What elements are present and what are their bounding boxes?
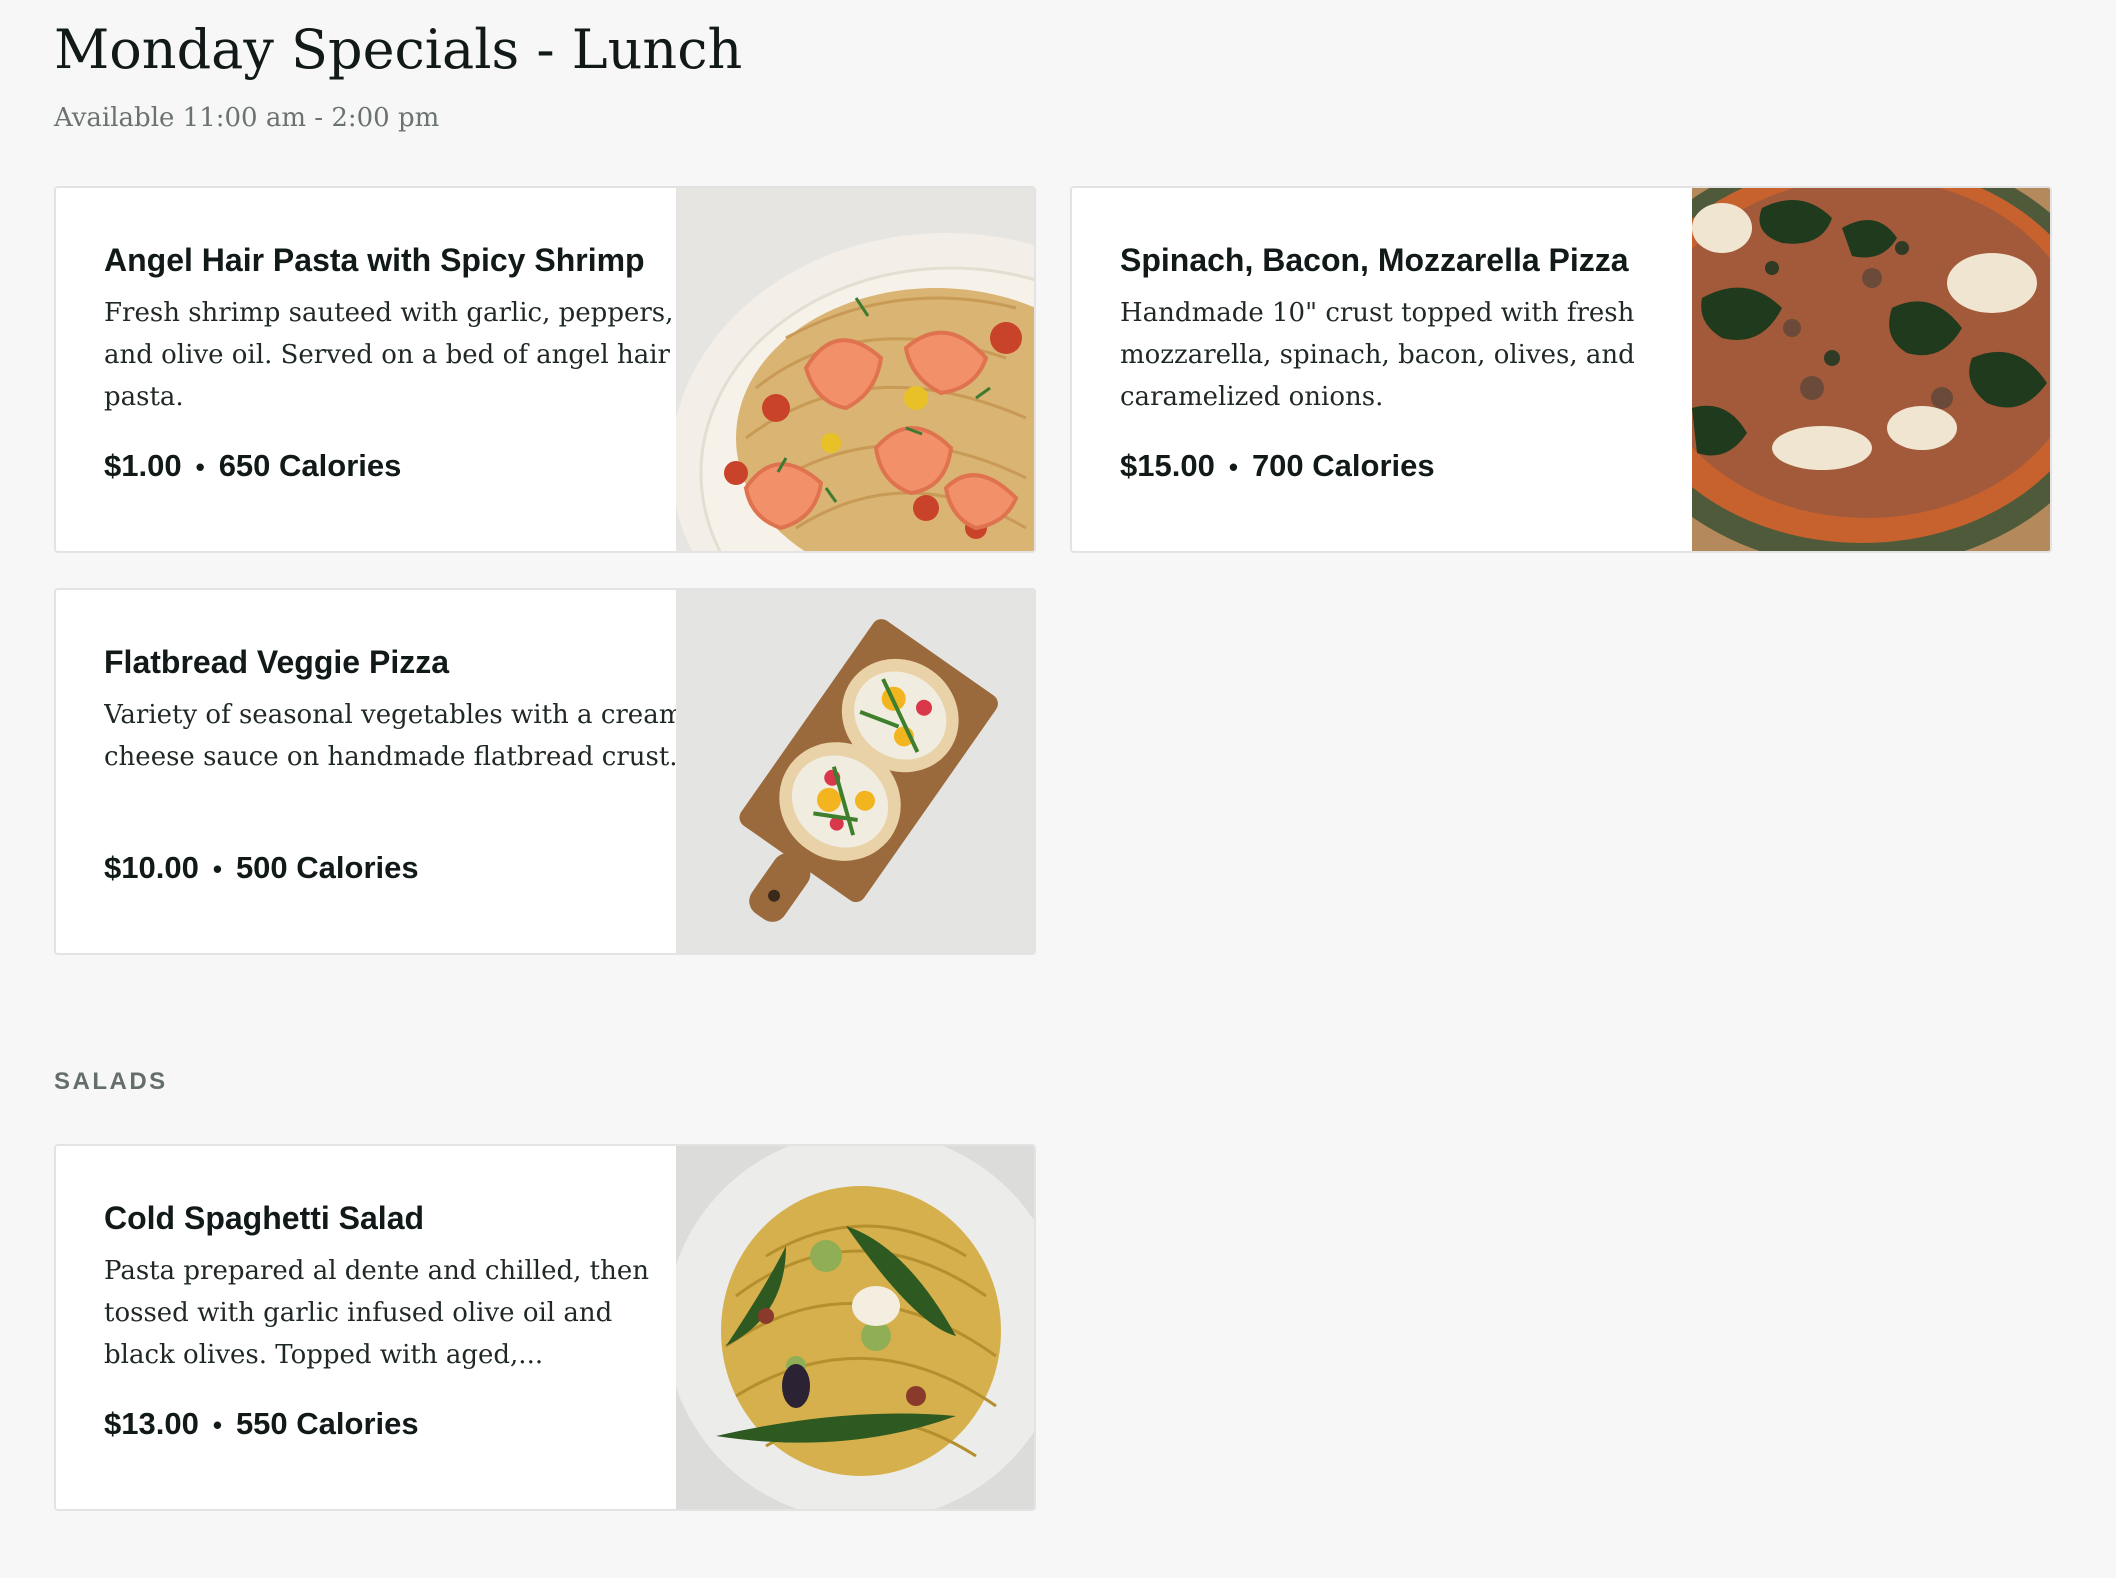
menu-item-description: Handmade 10" crust topped with fresh moz… [1120,298,1635,412]
menu-item-meta: $13.00 • 550 Calories [104,1404,684,1445]
flatbread-photo [676,590,1034,953]
menu-item-description: Fresh shrimp sauteed with garlic, pepper… [104,298,674,412]
menu-page: Monday Specials - Lunch Available 11:00 … [0,0,2116,1578]
menu-item-card[interactable]: Cold Spaghetti Salad Pasta prepared al d… [54,1144,1036,1511]
menu-item-text: Flatbread Veggie Pizza Variety of season… [104,640,684,889]
menu-item-card[interactable]: Angel Hair Pasta with Spicy Shrimp Fresh… [54,186,1036,553]
menu-item-text: Cold Spaghetti Salad Pasta prepared al d… [104,1196,684,1445]
section-label-salads: SALADS [54,1068,168,1095]
separator-dot: • [212,854,222,884]
menu-item-text: Angel Hair Pasta with Spicy Shrimp Fresh… [104,238,684,487]
menu-item-calories: 700 Calories [1251,448,1435,483]
menu-item-calories: 650 Calories [218,448,402,483]
page-title: Monday Specials - Lunch [54,18,743,81]
menu-item-meta: $1.00 • 650 Calories [104,446,684,487]
availability-text: Available 11:00 am - 2:00 pm [54,103,440,133]
menu-item-name: Angel Hair Pasta with Spicy Shrimp [104,242,645,278]
menu-item-description: Variety of seasonal vegetables with a cr… [104,700,684,772]
menu-item-name: Cold Spaghetti Salad [104,1200,425,1236]
menu-item-name: Flatbread Veggie Pizza [104,644,449,680]
separator-dot: • [212,1410,222,1440]
menu-item-description: Pasta prepared al dente and chilled, the… [104,1256,649,1370]
menu-item-calories: 550 Calories [235,1406,419,1441]
menu-item-price: $10.00 [104,850,199,885]
menu-item-price: $13.00 [104,1406,199,1441]
menu-item-price: $15.00 [1120,448,1215,483]
shrimp-pasta-photo [676,188,1034,551]
separator-dot: • [195,452,205,482]
spaghetti-salad-photo [676,1146,1034,1509]
spinach-pizza-photo [1692,188,2050,551]
menu-item-card[interactable]: Spinach, Bacon, Mozzarella Pizza Handmad… [1070,186,2052,553]
menu-item-meta: $15.00 • 700 Calories [1120,446,1700,487]
menu-item-meta: $10.00 • 500 Calories [104,848,684,889]
separator-dot: • [1228,452,1238,482]
menu-item-calories: 500 Calories [235,850,419,885]
menu-item-text: Spinach, Bacon, Mozzarella Pizza Handmad… [1120,238,1700,487]
menu-item-name: Spinach, Bacon, Mozzarella Pizza [1120,242,1629,278]
menu-item-price: $1.00 [104,448,182,483]
menu-item-card[interactable]: Flatbread Veggie Pizza Variety of season… [54,588,1036,955]
